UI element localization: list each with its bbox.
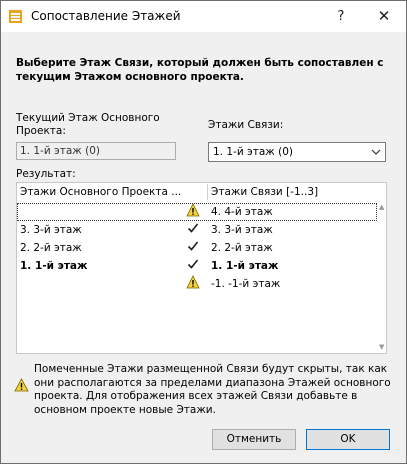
column-header-host[interactable]: Этажи Основного Проекта ...: [20, 185, 181, 200]
story-mapping-dialog: Сопоставление Этажей ? ✕ Выберите Этаж С…: [0, 0, 407, 464]
link-stories-label: Этажи Связи:: [208, 119, 284, 131]
link-story-select[interactable]: 1. 1-й этаж (0): [208, 142, 386, 162]
button-bar: Отменить OK: [1, 421, 406, 463]
checkmark-icon: [183, 221, 203, 239]
link-story-cell: -1. -1-й этаж: [211, 278, 281, 290]
table-row[interactable]: 1. 1-й этаж 1. 1-й этаж: [17, 257, 377, 275]
current-story-label: Текущий Этаж Основного Проекта:: [16, 112, 160, 137]
link-story-cell: 3. 3-й этаж: [211, 224, 273, 236]
result-label: Результат:: [16, 168, 76, 180]
result-list[interactable]: Этажи Основного Проекта ... Этажи Связи …: [16, 182, 387, 354]
link-story-cell: 1. 1-й этаж: [211, 260, 279, 272]
ok-button[interactable]: OK: [306, 429, 390, 450]
close-button[interactable]: ✕: [362, 1, 406, 32]
warning-icon: [183, 203, 203, 221]
checkmark-icon: [183, 257, 203, 275]
link-story-cell: 2. 2-й этаж: [211, 242, 273, 254]
dialog-title: Сопоставление Этажей: [31, 9, 181, 23]
link-story-cell: 4. 4-й этаж: [211, 206, 273, 218]
table-row[interactable]: 2. 2-й этаж 2. 2-й этаж: [17, 239, 377, 257]
help-button[interactable]: ?: [319, 1, 363, 32]
table-row[interactable]: 4. 4-й этаж: [17, 203, 377, 221]
warning-note: Помеченные Этажи размещенной Связи будут…: [34, 363, 391, 416]
title-bar[interactable]: Сопоставление Этажей ? ✕: [1, 1, 406, 32]
scroll-down-arrow-icon[interactable]: ▼: [379, 343, 384, 351]
dialog-body: Выберите Этаж Связи, который должен быть…: [1, 32, 406, 421]
column-header-link[interactable]: Этажи Связи [-1..3]: [211, 185, 318, 200]
column-divider[interactable]: [207, 184, 208, 200]
host-story-cell: 1. 1-й этаж: [20, 260, 88, 272]
host-story-cell: 2. 2-й этаж: [20, 242, 82, 254]
app-icon: [9, 10, 22, 23]
instruction-text: Выберите Этаж Связи, который должен быть…: [16, 57, 384, 83]
cancel-button[interactable]: Отменить: [212, 429, 296, 450]
warning-icon: [183, 275, 203, 293]
chevron-down-icon: [371, 143, 381, 168]
checkmark-icon: [183, 239, 203, 257]
table-row[interactable]: 3. 3-й этаж 3. 3-й этаж: [17, 221, 377, 239]
host-story-cell: 3. 3-й этаж: [20, 224, 82, 236]
scroll-up-arrow-icon[interactable]: ▲: [379, 203, 384, 211]
warning-icon: [14, 378, 29, 395]
table-row[interactable]: -1. -1-й этаж: [17, 275, 377, 293]
link-story-select-value: 1. 1-й этаж (0): [213, 146, 293, 158]
current-story-field: 1. 1-й этаж (0): [16, 142, 176, 160]
